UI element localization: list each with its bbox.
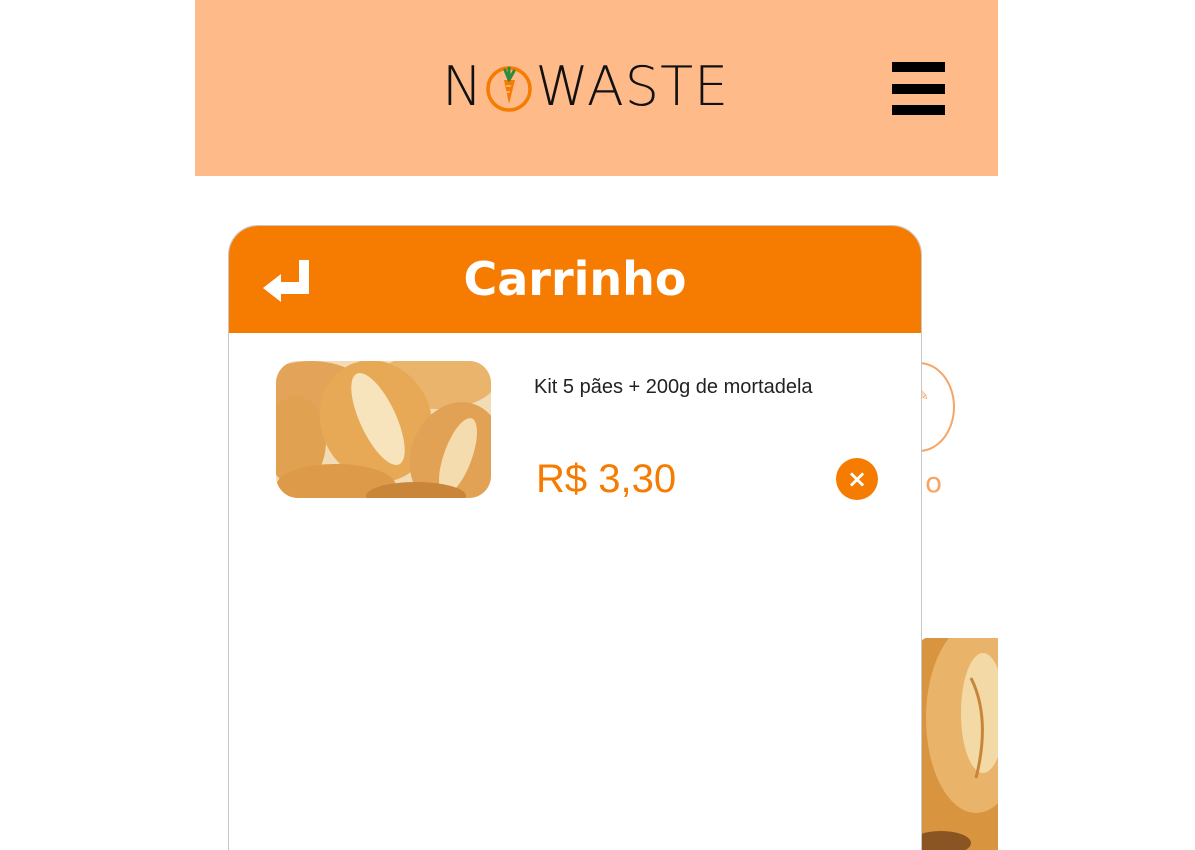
menu-bar bbox=[892, 62, 945, 72]
menu-bar bbox=[892, 105, 945, 115]
hamburger-menu-icon[interactable] bbox=[892, 62, 945, 115]
cart-item: Kit 5 pães + 200g de mortadela R$ 3,30 × bbox=[229, 333, 921, 513]
cart-panel: Carrinho Kit 5 pães + 200g de mortadela bbox=[228, 225, 922, 850]
app-header: N WASTE bbox=[195, 0, 998, 176]
remove-item-button[interactable]: × bbox=[836, 458, 878, 500]
logo-letter-n: N bbox=[442, 55, 484, 118]
nowaste-logo[interactable]: N WASTE bbox=[442, 58, 729, 116]
background-category-label: o bbox=[925, 466, 943, 499]
cart-title: Carrinho bbox=[463, 252, 687, 306]
close-icon: × bbox=[846, 465, 868, 493]
app-viewport: N WASTE ✎ o Carrinho Kit 5 pães + 200g d… bbox=[195, 0, 998, 850]
menu-bar bbox=[892, 83, 945, 94]
cart-item-price: R$ 3,30 bbox=[536, 457, 677, 501]
bread-rolls-photo bbox=[276, 361, 491, 498]
cart-header: Carrinho bbox=[229, 226, 921, 333]
background-product-image bbox=[921, 638, 998, 850]
logo-letters-waste: WASTE bbox=[535, 55, 730, 118]
cart-item-name: Kit 5 pães + 200g de mortadela bbox=[534, 376, 813, 398]
carrot-o-icon bbox=[484, 62, 534, 112]
